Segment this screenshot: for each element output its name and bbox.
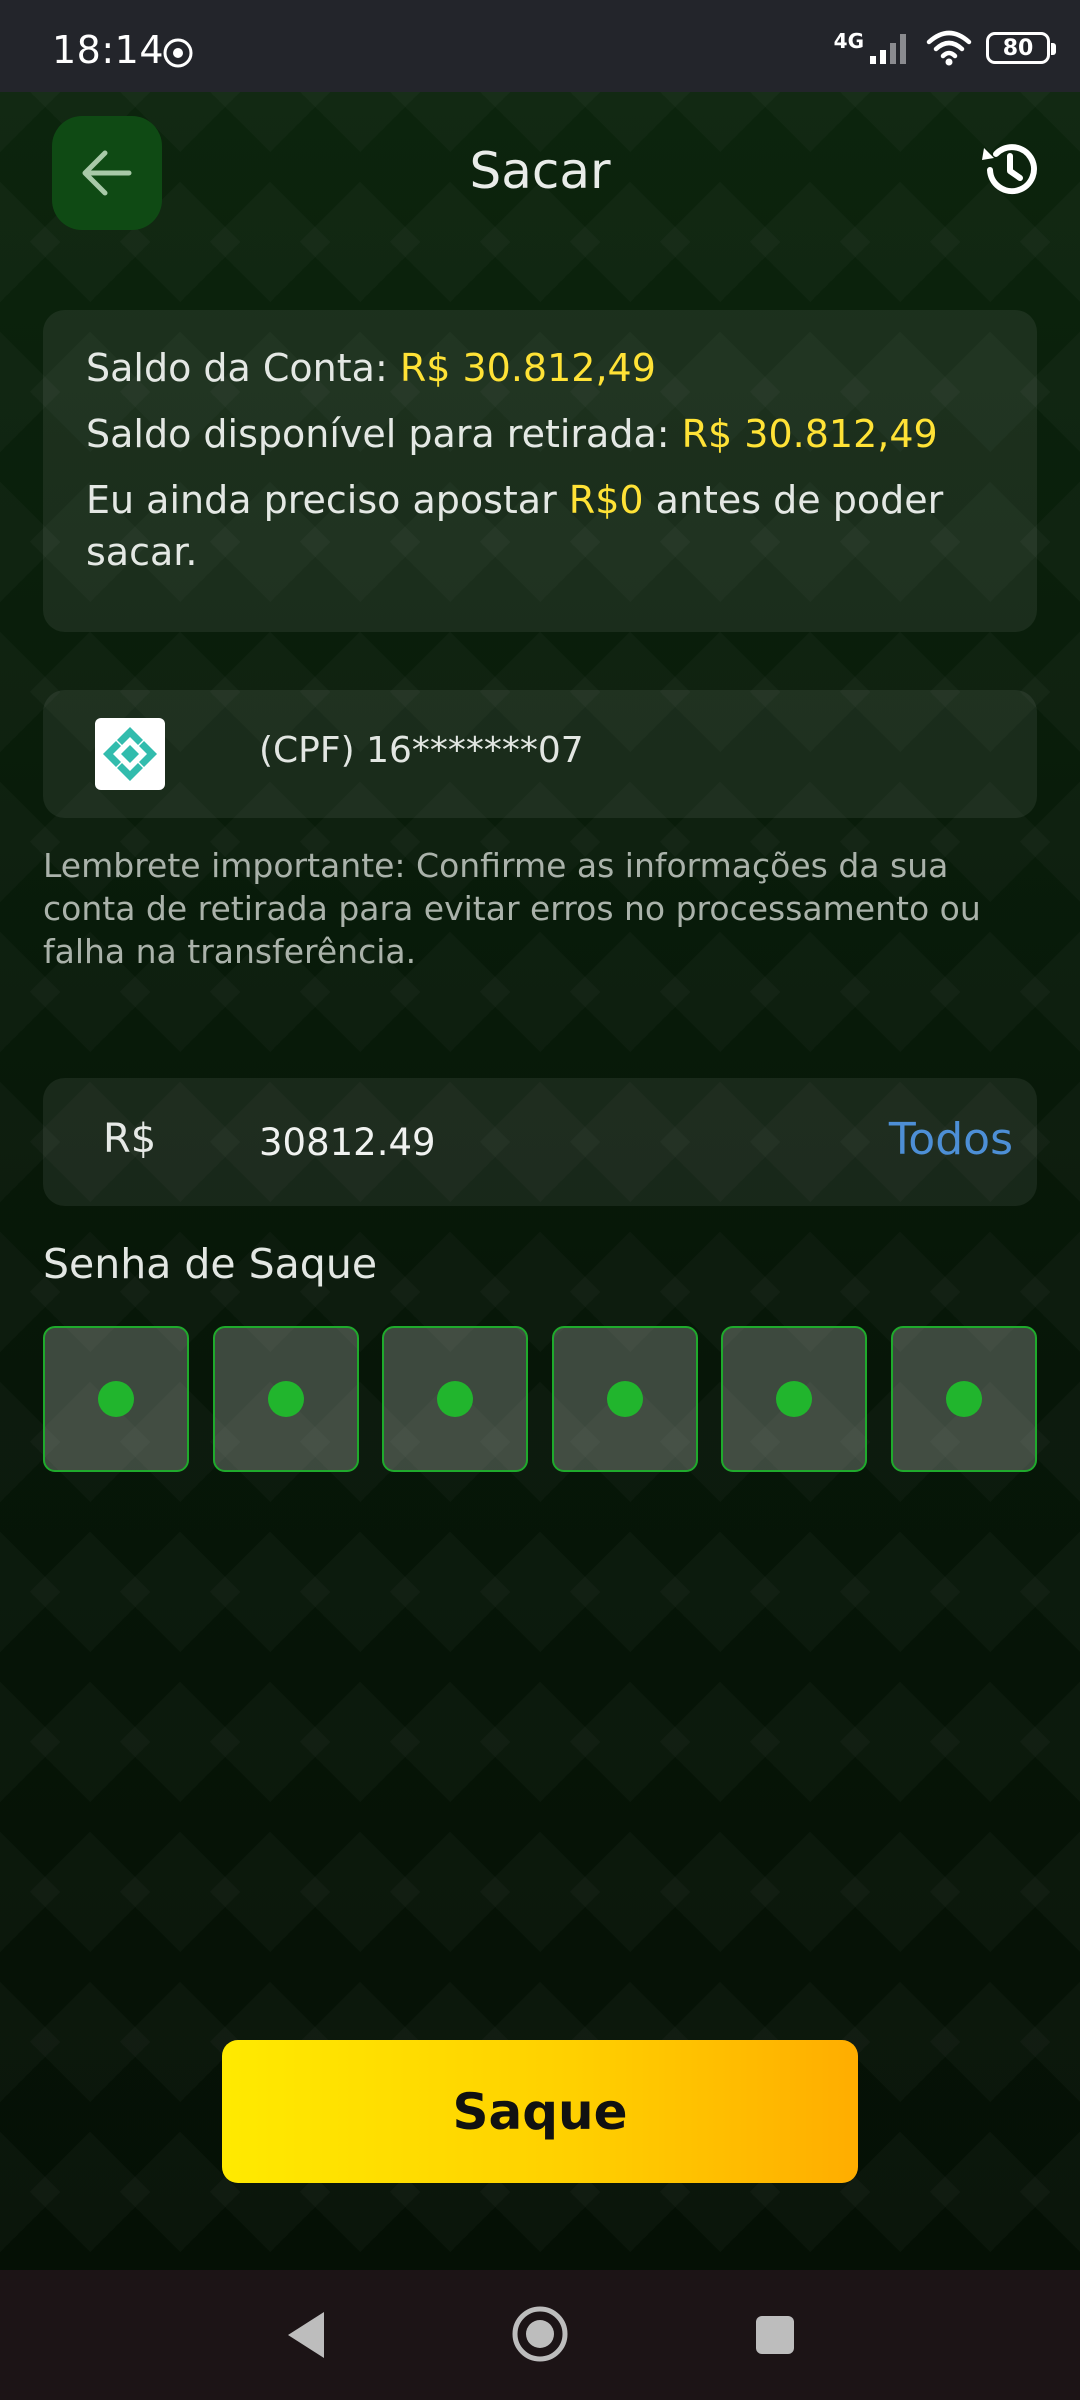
wifi-icon [926,30,972,66]
history-icon [982,144,1037,195]
chrome-icon [163,38,193,68]
available-balance-label: Saldo disponível para retirada: [86,412,682,456]
pin-digit-box[interactable] [43,1326,189,1472]
all-amount-button[interactable]: Todos [889,1114,1013,1165]
available-balance-value: R$ 30.812,49 [681,412,938,456]
pin-digit-box[interactable] [551,1326,698,1472]
nav-recent-icon[interactable] [754,2314,796,2356]
pin-dot [606,1381,643,1417]
cpf-account: (CPF) 16*******07 [259,730,584,771]
pin-digit-box[interactable] [721,1326,868,1472]
nav-home-icon[interactable] [510,2304,570,2364]
account-balance-label: Saldo da Conta: [86,346,400,390]
withdraw-password-input[interactable] [43,1326,1037,1474]
bet-requirement-suffix: antes de poder [643,478,944,522]
available-balance: Saldo disponível para retirada: R$ 30.81… [86,408,938,460]
important-reminder: Lembrete importante: Confirme as informa… [43,846,981,971]
history-button[interactable] [978,138,1042,202]
battery-icon: 80 [986,32,1056,64]
withdraw-screen: Sacar Saldo da Conta: R$ 30.812,49 Saldo… [0,92,1080,2270]
pin-digit-box[interactable] [382,1326,529,1472]
withdraw-account-card[interactable]: (CPF) 16*******07 [43,690,1037,818]
pix-icon [95,718,165,790]
network-type: 4G [833,29,864,53]
battery-level: 80 [1002,35,1034,61]
withdraw-button[interactable]: Saque [222,2040,858,2183]
bet-requirement-line2: sacar. [86,530,198,574]
bet-requirement-value: R$0 [568,478,644,522]
page-title: Sacar [469,142,611,200]
account-balance-value: R$ 30.812,49 [399,346,656,390]
status-time: 18:14 [52,28,165,72]
nav-back-icon[interactable] [282,2308,332,2362]
balance-card: Saldo da Conta: R$ 30.812,49 Saldo dispo… [43,310,1037,632]
withdraw-password-label: Senha de Saque [43,1240,378,1288]
pin-digit-box[interactable] [890,1326,1037,1472]
pin-digit-box[interactable] [212,1326,359,1472]
pin-dot [776,1381,813,1417]
amount-card: R$ Todos [43,1078,1037,1206]
pin-dot [437,1381,474,1417]
amount-input[interactable] [259,1104,819,1180]
pin-dot [945,1381,982,1417]
system-nav-bar [0,2270,1080,2400]
bet-requirement: Eu ainda preciso apostar R$0 antes de po… [86,474,943,526]
bet-requirement-prefix: Eu ainda preciso apostar [86,478,569,522]
status-indicators: 4G 80 [833,26,1056,70]
account-balance: Saldo da Conta: R$ 30.812,49 [86,342,656,394]
status-bar: 18:14 4G 80 [0,0,1080,92]
pin-dot [267,1381,304,1417]
currency-label: R$ [103,1116,157,1162]
signal-icon [870,34,906,64]
pin-dot [98,1381,134,1417]
